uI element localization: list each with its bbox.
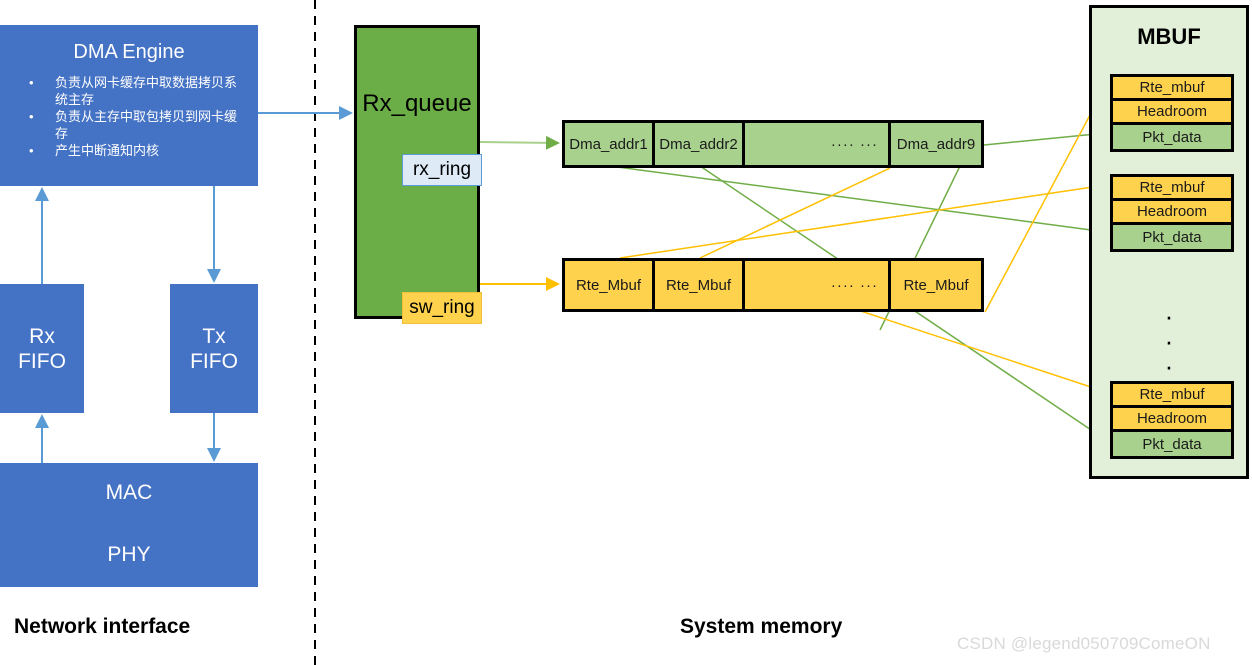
mbuf-array-cell-2: Rte_Mbuf <box>655 261 745 309</box>
arrow-dmaaddr1-to-pktdata2 <box>609 165 1108 237</box>
dma-array-cell-9: Dma_addr9 <box>891 123 981 165</box>
mbuf-group-3-headroom: Headroom <box>1113 408 1231 432</box>
dma-bullet-1: 负责从网卡缓存中取数据拷贝系统主存 <box>29 74 249 108</box>
dma-array-cell-ellipsis: ···· ··· <box>745 123 891 165</box>
network-interface-label: Network interface <box>14 615 191 638</box>
tx-fifo-line2: FIFO <box>190 349 238 373</box>
mbuf-vertical-ellipsis: · · · <box>1164 301 1174 381</box>
mbuf-group-3-rte-mbuf: Rte_mbuf <box>1113 384 1231 408</box>
system-memory-label: System memory <box>680 615 843 638</box>
mbuf-array-cell-1: Rte_Mbuf <box>565 261 655 309</box>
rx-ring-box: rx_ring <box>402 154 482 186</box>
mbuf-group-1-pkt-data: Pkt_data <box>1113 125 1231 149</box>
rx-fifo-line1: Rx <box>29 324 55 348</box>
mbuf-panel: MBUF Rte_mbuf Headroom Pkt_data Rte_mbuf… <box>1089 5 1249 479</box>
mbuf-group-3: Rte_mbuf Headroom Pkt_data <box>1110 381 1234 459</box>
rx-fifo-label: Rx FIFO <box>1 324 83 374</box>
diagram-canvas: DMA Engine 负责从网卡缓存中取数据拷贝系统主存 负责从主存中取包拷贝到… <box>0 0 1252 665</box>
phy-block: PHY <box>0 523 258 587</box>
mbuf-group-2-headroom: Headroom <box>1113 201 1231 225</box>
rx-fifo-block: Rx FIFO <box>0 284 84 413</box>
dma-engine-title: DMA Engine <box>73 41 185 63</box>
mbuf-group-2-pkt-data: Pkt_data <box>1113 225 1231 249</box>
rx-queue-title: Rx_queue <box>362 90 472 117</box>
rx-queue-block: Rx_queue rx_ring sw_ring <box>354 25 482 324</box>
mac-block: MAC <box>0 463 258 523</box>
mbuf-group-1-headroom: Headroom <box>1113 101 1231 125</box>
phy-label: PHY <box>107 543 151 566</box>
dma-engine-block: DMA Engine 负责从网卡缓存中取数据拷贝系统主存 负责从主存中取包拷贝到… <box>0 25 258 186</box>
rx-fifo-line2: FIFO <box>18 349 66 373</box>
mbuf-group-1-rte-mbuf: Rte_mbuf <box>1113 77 1231 101</box>
sw-ring-box: sw_ring <box>402 292 482 324</box>
mbuf-array-cell-ellipsis: ···· ··· <box>745 261 891 309</box>
arrow-rtembuf1-to-mbuf1 <box>984 83 1107 313</box>
dma-array-cell-2: Dma_addr2 <box>655 123 745 165</box>
dma-bullet-2: 负责从主存中取包拷贝到网卡缓存 <box>29 108 249 142</box>
dma-bullet-3: 产生中断通知内核 <box>29 142 249 159</box>
tx-fifo-line1: Tx <box>202 324 226 348</box>
dma-engine-bullet-list: 负责从网卡缓存中取数据拷贝系统主存 负责从主存中取包拷贝到网卡缓存 产生中断通知… <box>11 74 249 159</box>
mbuf-panel-title: MBUF <box>1137 24 1201 49</box>
mbuf-group-1: Rte_mbuf Headroom Pkt_data <box>1110 74 1234 152</box>
mac-label: MAC <box>105 481 153 504</box>
mbuf-group-2: Rte_mbuf Headroom Pkt_data <box>1110 174 1234 252</box>
mbuf-group-3-pkt-data: Pkt_data <box>1113 432 1231 456</box>
arrow-yellow-cross-trace <box>699 167 891 259</box>
arrow-rxring-to-dmaarray <box>479 135 560 150</box>
arrow-dmaaddr9-to-pktdata1 <box>983 128 1108 146</box>
mbuf-group-2-rte-mbuf: Rte_mbuf <box>1113 177 1231 201</box>
tx-fifo-block: Tx FIFO <box>170 284 258 413</box>
tx-fifo-label: Tx FIFO <box>171 324 257 374</box>
csdn-watermark: CSDN @legend050709ComeON <box>957 634 1211 653</box>
rte-mbuf-array: Rte_Mbuf Rte_Mbuf ···· ··· Rte_Mbuf <box>562 258 984 312</box>
arrow-rtembuf2-to-mbuf2 <box>619 181 1108 259</box>
mbuf-array-cell-9: Rte_Mbuf <box>891 261 981 309</box>
dma-array-cell-1: Dma_addr1 <box>565 123 655 165</box>
dma-address-array: Dma_addr1 Dma_addr2 ···· ··· Dma_addr9 <box>562 120 984 168</box>
